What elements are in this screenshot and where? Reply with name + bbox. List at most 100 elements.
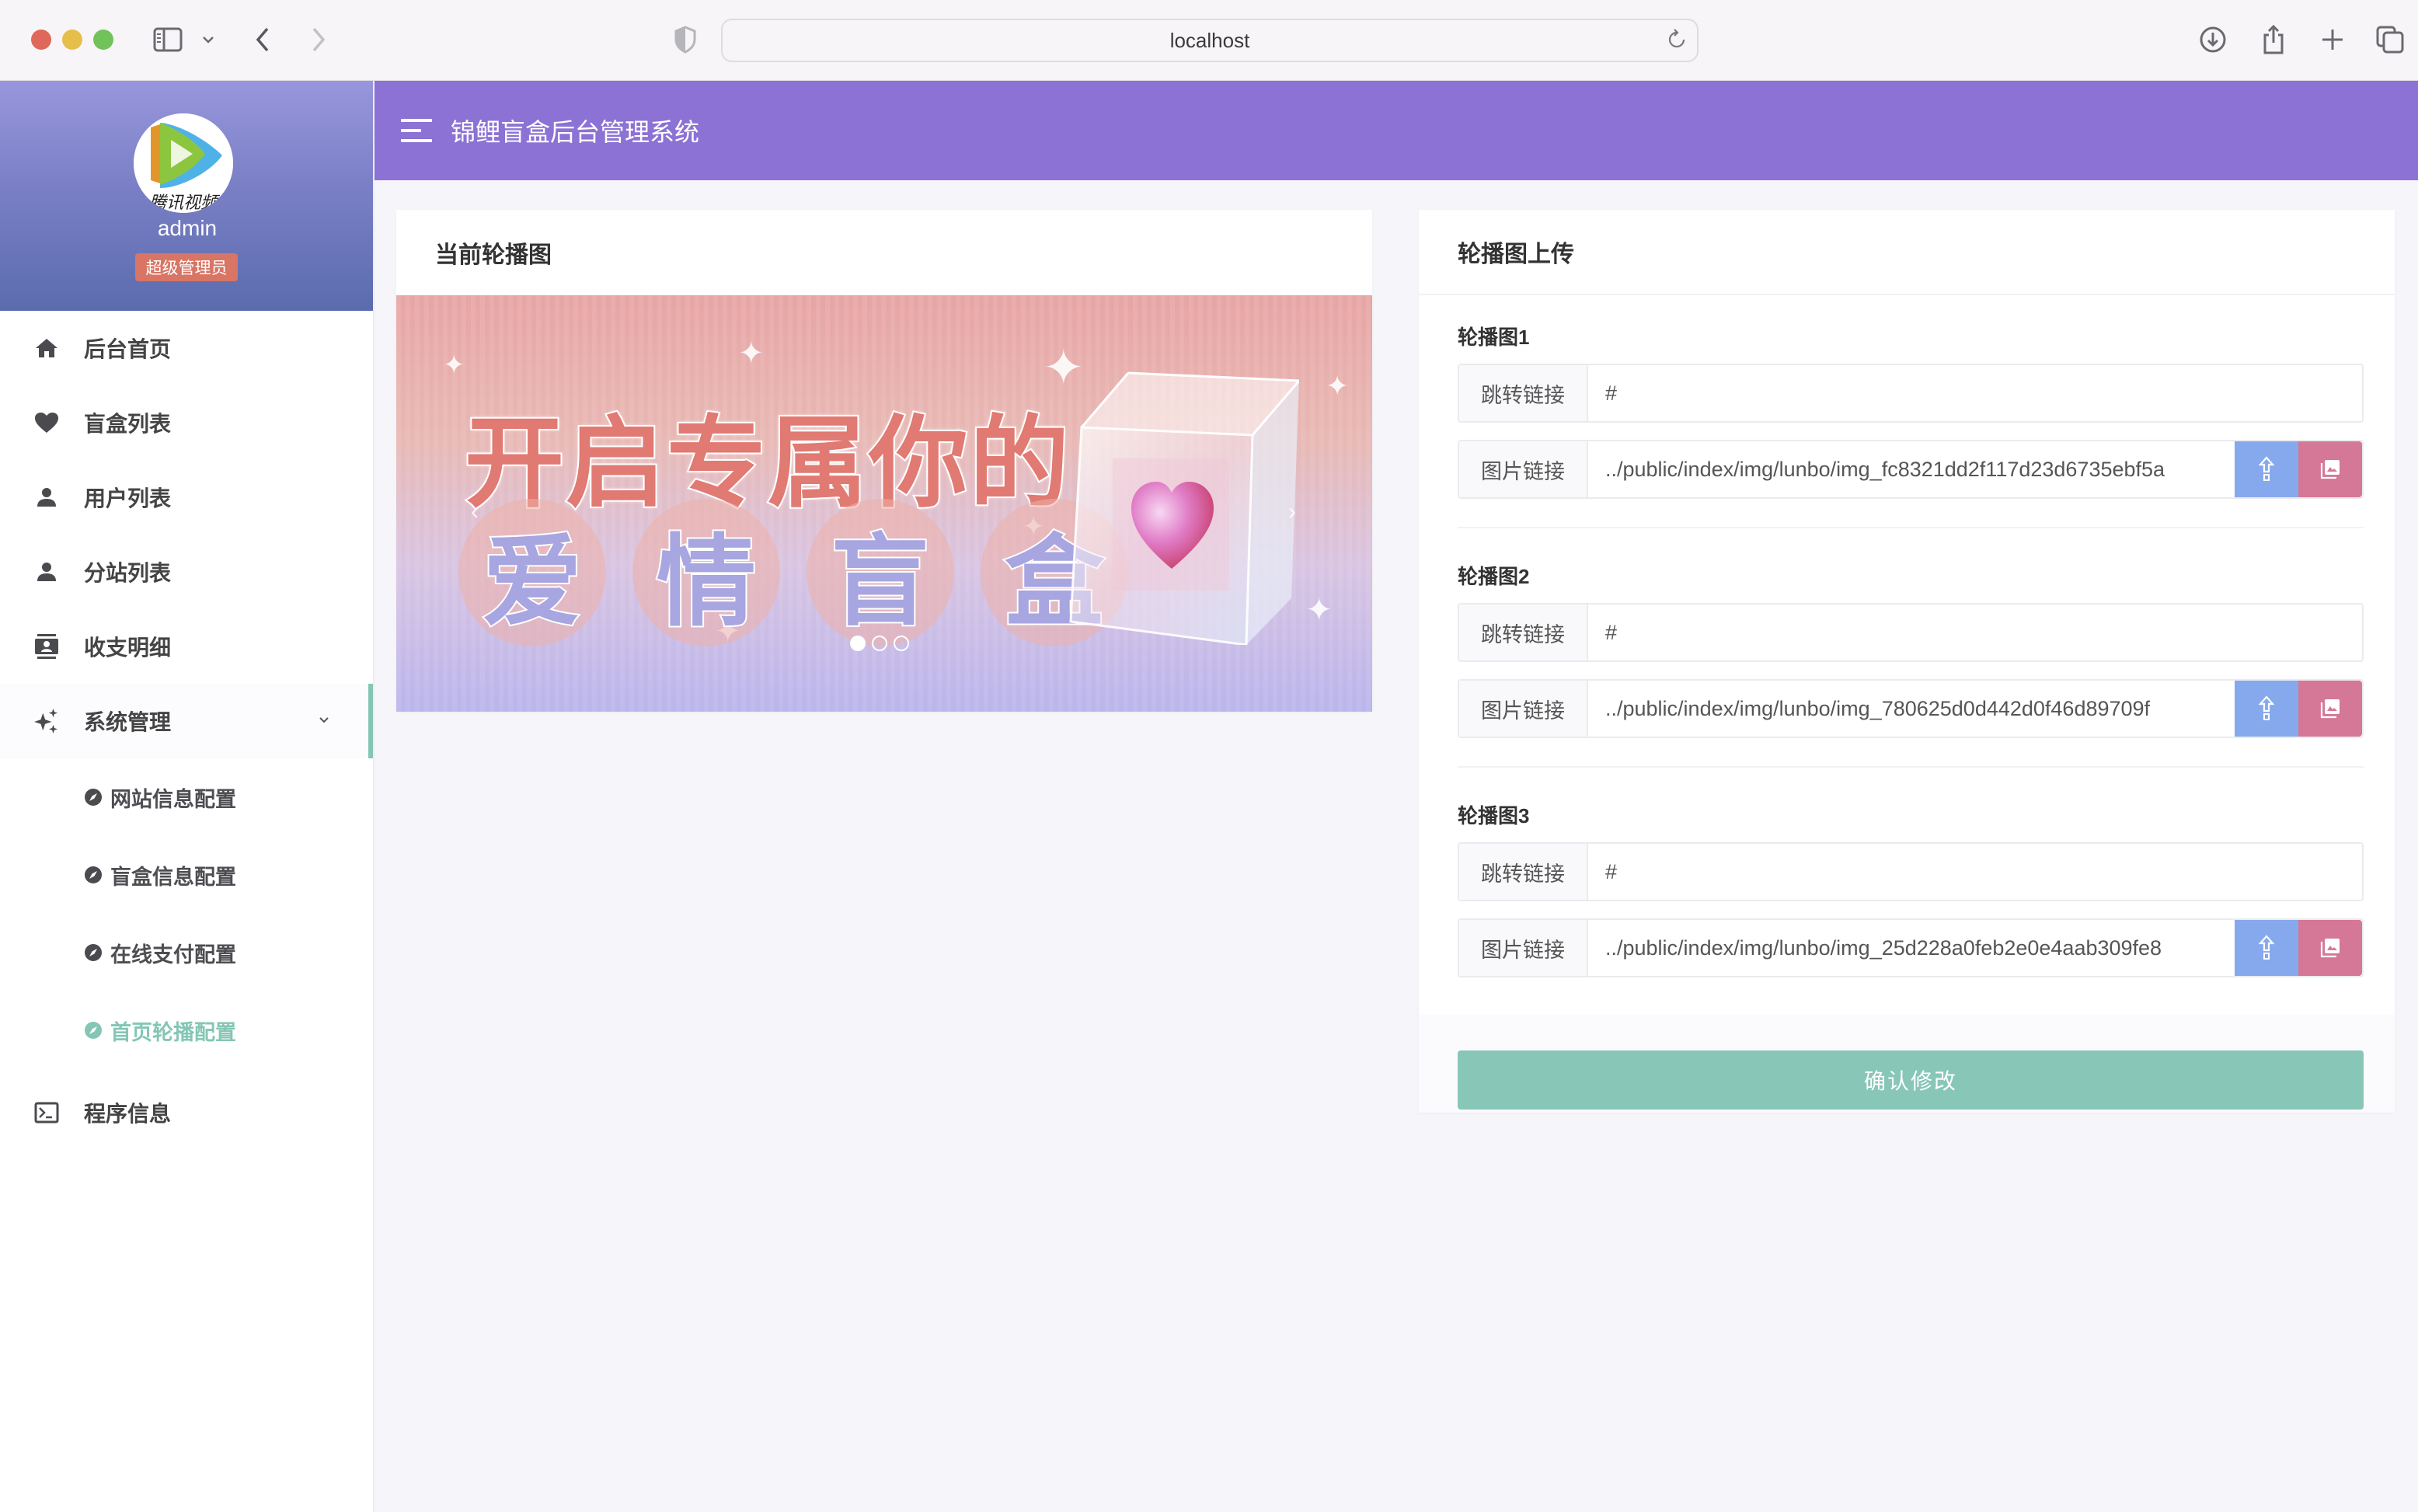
upload-title: 轮播图上传 <box>1419 210 2395 295</box>
sidebar-item-program-info[interactable]: 程序信息 <box>0 1075 373 1150</box>
link-input-group: 跳转链接 <box>1458 603 2364 662</box>
sidebar-item-blindbox-list[interactable]: 盲盒列表 <box>0 385 373 460</box>
link-input-group: 跳转链接 <box>1458 364 2364 423</box>
banner-char: 爱 <box>458 499 606 646</box>
sidebar-item-label: 收支明细 <box>84 636 172 660</box>
carousel-preview[interactable]: ✦ ✦ ✦ ✦ ✦ ✦ ✦ 开启专属你的 爱 情 盲 盒 <box>396 295 1372 712</box>
glass-cube-heart-illustration <box>1069 371 1299 645</box>
avatar[interactable]: 腾讯视频 <box>134 113 233 213</box>
link-input[interactable] <box>1588 604 2362 660</box>
carousel-next-icon[interactable]: › <box>1288 499 1296 525</box>
gallery-icon <box>2320 699 2340 719</box>
sidebar-subitem-blindbox-config[interactable]: 盲盒信息配置 <box>0 836 373 914</box>
compass-icon <box>84 943 103 962</box>
sidebar-toggle-icon[interactable] <box>151 22 185 57</box>
sidebar-item-system-management[interactable]: 系统管理 <box>0 684 373 758</box>
link-input-group: 跳转链接 <box>1458 842 2364 901</box>
avatar-caption: 腾讯视频 <box>149 193 221 213</box>
chevron-down-icon[interactable] <box>319 712 329 728</box>
profile-panel: 腾讯视频 admin 超级管理员 <box>0 81 373 311</box>
image-label: 图片链接 <box>1459 681 1588 737</box>
slide-title: 轮播图1 <box>1458 326 1530 349</box>
tabs-overview-icon[interactable] <box>2374 22 2406 57</box>
image-url-input[interactable] <box>1588 920 2235 976</box>
shield-icon[interactable] <box>673 22 698 57</box>
link-input[interactable] <box>1588 365 2362 421</box>
sidebar-item-finance[interactable]: 收支明细 <box>0 609 373 684</box>
sidebar-subitem-label: 首页轮播配置 <box>110 1020 236 1044</box>
current-carousel-title: 当前轮播图 <box>435 242 552 268</box>
image-url-input[interactable] <box>1588 681 2235 737</box>
sparkle-icon: ✦ <box>1305 591 1333 628</box>
sidebar-item-substation-list[interactable]: 分站列表 <box>0 535 373 609</box>
gallery-button[interactable] <box>2298 681 2362 737</box>
sidebar: 腾讯视频 admin 超级管理员 后台首页 盲盒列表 用户列表 分站列表 收支明… <box>0 81 375 1512</box>
sidebar-item-label: 程序信息 <box>84 1102 172 1126</box>
sidebar-item-label: 系统管理 <box>84 710 172 734</box>
confirm-button[interactable]: 确认修改 <box>1458 1050 2364 1110</box>
maximize-window-button[interactable] <box>93 30 113 50</box>
chevron-down-icon[interactable] <box>197 22 219 57</box>
sidebar-subitem-site-config[interactable]: 网站信息配置 <box>0 758 373 836</box>
heart-icon <box>34 410 59 435</box>
gallery-button[interactable] <box>2298 920 2362 976</box>
sidebar-subitem-label: 在线支付配置 <box>110 942 236 967</box>
carousel-prev-icon[interactable]: ‹ <box>471 499 479 525</box>
sidebar-nav: 后台首页 盲盒列表 用户列表 分站列表 收支明细 系统管理 网站信息配置 盲盒信… <box>0 311 373 1150</box>
image-url-input[interactable] <box>1588 441 2235 497</box>
back-icon[interactable] <box>249 22 277 57</box>
compass-icon <box>84 866 103 884</box>
slide-title: 轮播图3 <box>1458 804 1530 827</box>
user-icon <box>34 559 59 584</box>
upload-icon <box>2259 456 2274 481</box>
menu-toggle-icon[interactable] <box>401 119 432 142</box>
carousel-upload-card: 轮播图上传 轮播图1 跳转链接 图片链接 轮播图2 跳转链接 图片链接 <box>1419 210 2395 1113</box>
sidebar-item-dashboard[interactable]: 后台首页 <box>0 311 373 385</box>
sidebar-subitem-payment-config[interactable]: 在线支付配置 <box>0 914 373 991</box>
image-input-group: 图片链接 <box>1458 440 2364 499</box>
role-badge: 超级管理员 <box>135 253 238 281</box>
url-text: localhost <box>1169 28 1250 52</box>
image-label: 图片链接 <box>1459 920 1588 976</box>
link-label: 跳转链接 <box>1459 604 1588 660</box>
link-input[interactable] <box>1588 844 2362 900</box>
gallery-icon <box>2320 939 2340 958</box>
url-bar[interactable]: localhost <box>721 19 1699 62</box>
sparkle-icon: ✦ <box>738 336 765 371</box>
terminal-icon <box>34 1100 59 1125</box>
carousel-dot[interactable] <box>872 636 887 651</box>
gallery-icon <box>2320 460 2340 479</box>
slide-group-2: 轮播图2 跳转链接 图片链接 <box>1458 561 2364 738</box>
upload-icon <box>2259 935 2274 960</box>
share-icon[interactable] <box>2258 22 2289 57</box>
upload-button[interactable] <box>2235 920 2298 976</box>
carousel-dot[interactable] <box>894 636 909 651</box>
reload-icon[interactable] <box>1667 28 1686 57</box>
minimize-window-button[interactable] <box>62 30 82 50</box>
link-label: 跳转链接 <box>1459 844 1588 900</box>
carousel-dot[interactable] <box>850 636 866 651</box>
download-icon[interactable] <box>2197 22 2228 57</box>
new-tab-icon[interactable] <box>2317 22 2348 57</box>
upload-button[interactable] <box>2235 681 2298 737</box>
app-header: 锦鲤盲盒后台管理系统 <box>375 81 2418 180</box>
slide-title: 轮播图2 <box>1458 565 1530 588</box>
upload-button[interactable] <box>2235 441 2298 497</box>
banner-char: 盲 <box>807 499 954 646</box>
sidebar-item-label: 盲盒列表 <box>84 412 172 436</box>
divider <box>1458 766 2364 768</box>
gallery-button[interactable] <box>2298 441 2362 497</box>
forward-icon[interactable] <box>305 22 333 57</box>
upload-icon <box>2259 695 2274 720</box>
sidebar-subitem-carousel-config[interactable]: 首页轮播配置 <box>0 991 373 1069</box>
image-input-group: 图片链接 <box>1458 679 2364 738</box>
current-carousel-card: 当前轮播图 ✦ ✦ ✦ ✦ ✦ ✦ ✦ 开启专属你的 爱 情 盲 盒 <box>396 210 1372 712</box>
browser-toolbar: localhost <box>0 0 2418 81</box>
link-label: 跳转链接 <box>1459 365 1588 421</box>
carousel-indicators <box>850 636 909 651</box>
compass-icon <box>84 788 103 807</box>
username: admin <box>157 216 218 240</box>
close-window-button[interactable] <box>31 30 51 50</box>
banner-subheadline: 爱 情 盲 盒 <box>458 499 1128 646</box>
sidebar-item-user-list[interactable]: 用户列表 <box>0 460 373 535</box>
